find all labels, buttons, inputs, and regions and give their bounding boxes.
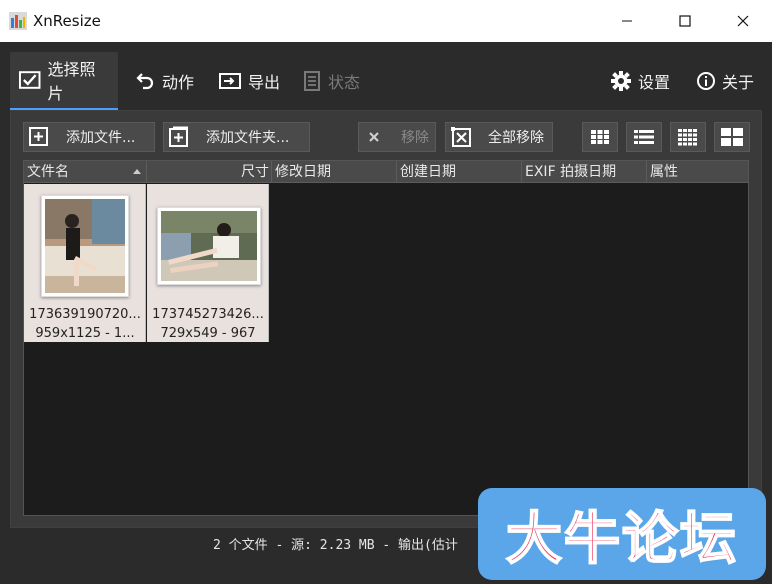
remove-button[interactable]: 移除 bbox=[358, 122, 436, 152]
column-label: EXIF 拍摄日期 bbox=[525, 164, 617, 180]
view-small-grid-button[interactable] bbox=[670, 122, 706, 152]
undo-arrow-icon bbox=[136, 73, 154, 90]
settings-button[interactable]: 设置 bbox=[602, 52, 678, 110]
tab-label: 状态 bbox=[328, 73, 361, 92]
file-info: 729x549 - 967 bbox=[160, 326, 256, 341]
tab-label: 设置 bbox=[638, 73, 671, 92]
tab-label: 选择照片 bbox=[47, 60, 96, 103]
add-files-label: 添加文件... bbox=[66, 130, 136, 146]
column-size[interactable]: 尺寸 bbox=[147, 161, 272, 183]
column-label: 修改日期 bbox=[275, 164, 331, 180]
list-item[interactable]: 173745273426... 729x549 - 967 bbox=[147, 184, 269, 342]
remove-all-icon bbox=[448, 124, 474, 150]
tab-label: 导出 bbox=[248, 73, 281, 92]
view-large-grid-button[interactable] bbox=[582, 122, 618, 152]
title-bar: XnResize bbox=[0, 0, 772, 42]
minimize-button[interactable] bbox=[598, 0, 656, 42]
view-list-button[interactable] bbox=[626, 122, 662, 152]
maximize-icon bbox=[679, 15, 691, 27]
remove-label: 移除 bbox=[401, 130, 429, 146]
column-label: 文件名 bbox=[27, 164, 69, 180]
thumbnail-image bbox=[41, 195, 129, 297]
watermark-text: 大牛论坛 bbox=[505, 506, 738, 573]
minimize-icon bbox=[622, 20, 632, 22]
window-title: XnResize bbox=[33, 12, 101, 30]
file-name: 173639190720... bbox=[29, 307, 141, 322]
info-icon bbox=[697, 72, 715, 90]
add-file-icon bbox=[26, 124, 52, 150]
export-icon bbox=[219, 73, 241, 89]
sort-ascending-icon bbox=[133, 169, 141, 174]
app-logo-icon bbox=[9, 12, 27, 30]
watermark-logo: 大牛论坛 bbox=[478, 488, 766, 580]
add-folder-icon bbox=[166, 124, 192, 150]
close-button[interactable] bbox=[714, 0, 772, 42]
column-exif-date[interactable]: EXIF 拍摄日期 bbox=[522, 161, 647, 183]
tab-label: 关于 bbox=[722, 73, 755, 92]
column-modified-date[interactable]: 修改日期 bbox=[272, 161, 397, 183]
column-created-date[interactable]: 创建日期 bbox=[397, 161, 522, 183]
tiles-icon bbox=[721, 128, 743, 146]
column-label: 属性 bbox=[650, 164, 678, 180]
file-list[interactable]: 文件名 尺寸 修改日期 创建日期 EXIF 拍摄日期 属性 1736391907… bbox=[23, 160, 749, 516]
main-tabs: 选择照片 动作 导出 状态 设置 关于 bbox=[0, 42, 772, 110]
tab-status[interactable]: 状态 bbox=[294, 52, 368, 110]
tab-export[interactable]: 导出 bbox=[210, 52, 288, 110]
gear-icon bbox=[611, 71, 631, 91]
tab-label: 动作 bbox=[162, 73, 195, 92]
list-view-icon bbox=[634, 130, 654, 144]
thumbnail-image bbox=[157, 207, 261, 285]
column-attributes[interactable]: 属性 bbox=[647, 161, 748, 183]
status-text: 2 个文件 - 源: 2.23 MB - 输出(估计 bbox=[213, 538, 458, 553]
add-folder-button[interactable]: 添加文件夹... bbox=[163, 122, 310, 152]
maximize-button[interactable] bbox=[656, 0, 714, 42]
column-label: 创建日期 bbox=[400, 164, 456, 180]
remove-all-label: 全部移除 bbox=[488, 130, 544, 146]
list-header: 文件名 尺寸 修改日期 创建日期 EXIF 拍摄日期 属性 bbox=[24, 161, 748, 183]
list-item[interactable]: 173639190720... 959x1125 - 1... bbox=[24, 184, 146, 342]
tab-actions[interactable]: 动作 bbox=[128, 52, 202, 110]
tab-select-photos[interactable]: 选择照片 bbox=[10, 52, 118, 110]
file-name: 173745273426... bbox=[152, 307, 264, 322]
remove-all-button[interactable]: 全部移除 bbox=[445, 122, 553, 152]
checked-image-icon bbox=[18, 71, 41, 89]
list-doc-icon bbox=[304, 71, 320, 91]
close-icon bbox=[737, 15, 749, 27]
small-grid-icon bbox=[678, 129, 697, 146]
grid-icon bbox=[591, 130, 609, 144]
add-folder-label: 添加文件夹... bbox=[206, 130, 290, 146]
view-tiles-button[interactable] bbox=[714, 122, 750, 152]
column-label: 尺寸 bbox=[241, 164, 269, 180]
x-icon bbox=[361, 124, 387, 150]
about-button[interactable]: 关于 bbox=[688, 52, 762, 110]
add-files-button[interactable]: 添加文件... bbox=[23, 122, 155, 152]
file-info: 959x1125 - 1... bbox=[35, 326, 135, 341]
column-filename[interactable]: 文件名 bbox=[24, 161, 147, 183]
